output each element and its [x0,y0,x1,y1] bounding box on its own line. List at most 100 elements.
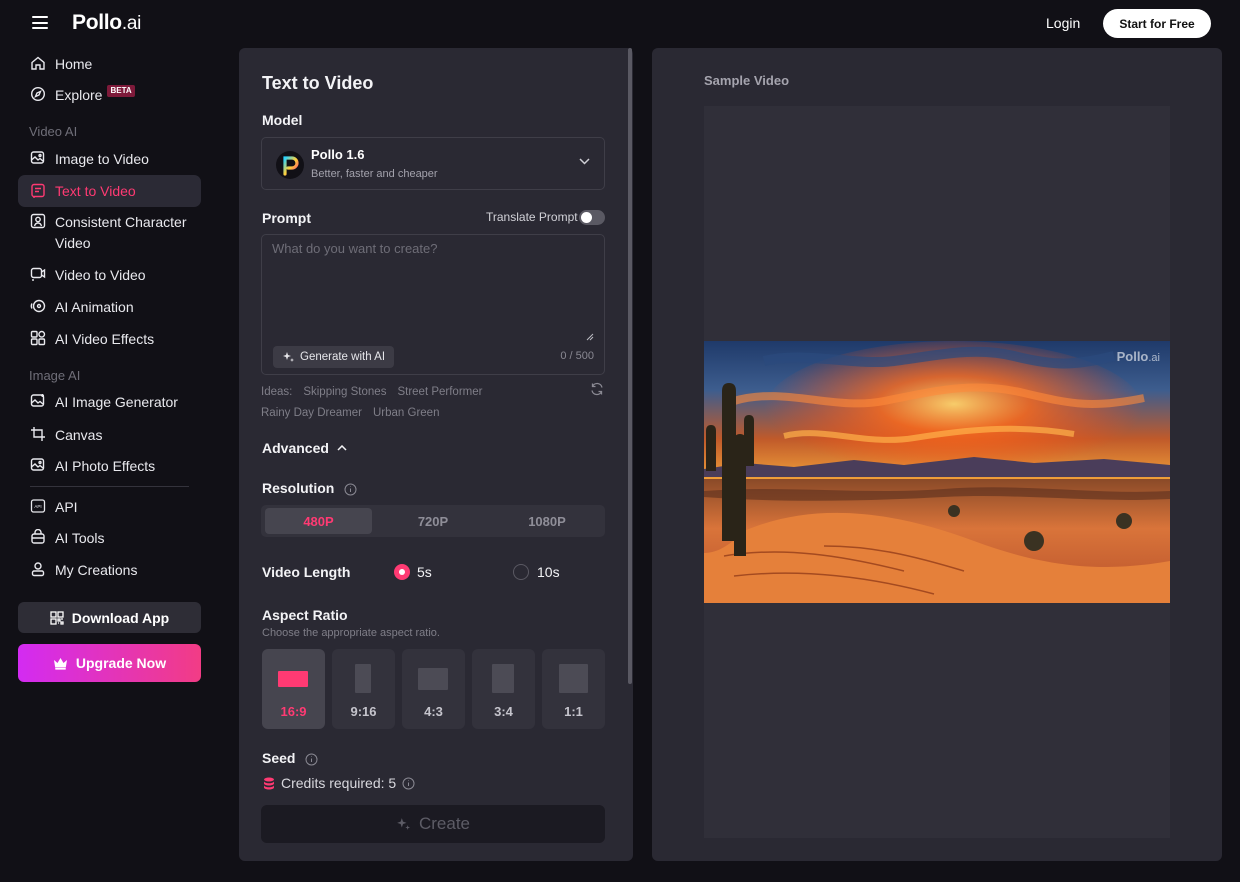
watermark-logo: Pollo.ai [1117,349,1160,364]
sidebar-item-label: AI Video Effects [55,331,155,347]
idea-chip[interactable]: Rainy Day Dreamer [261,407,362,419]
logo[interactable]: Pollo.ai [72,11,141,35]
sidebar-item-consistent-character-video[interactable]: Consistent Character Video [18,212,201,254]
sidebar-item-ai-image-generator[interactable]: AI Image Generator [18,392,201,413]
sidebar-item-label: Image to Video [55,151,149,167]
effects-grid-icon [30,330,46,346]
sidebar-item-label: API [55,499,78,515]
sidebar-item-ai-photo-effects[interactable]: AI Photo Effects [18,456,201,477]
idea-chip[interactable]: Urban Green [373,407,439,419]
create-button[interactable]: Create [261,805,605,843]
api-icon: API [30,498,46,514]
idea-chip[interactable]: Skipping Stones [303,386,386,398]
length-radio-10s[interactable] [513,564,529,580]
prompt-box: Generate with AI 0 / 500 [261,234,605,375]
translate-prompt-toggle[interactable] [579,210,605,225]
label-line-2: Video [55,235,91,251]
start-for-free-button[interactable]: Start for Free [1103,9,1211,38]
watermark-suffix: .ai [1148,352,1160,364]
advanced-label: Advanced [262,440,329,456]
advanced-toggle[interactable]: Advanced [262,440,347,456]
beta-badge: BETA [107,85,135,97]
menu-icon[interactable] [32,16,48,29]
video-length-label: Video Length [262,564,351,580]
text-to-video-form: Text to Video Model Pollo 1.6 Better, fa… [239,48,633,861]
aspect-option-4-3[interactable]: 4:3 [402,649,465,729]
sidebar-item-text-to-video[interactable]: Text to Video [18,175,201,207]
sidebar-item-label: AI Image Generator [55,394,178,410]
resolution-option-1080p[interactable]: 1080P [492,508,602,534]
resolution-option-720p[interactable]: 720P [378,508,488,534]
sparkle-icon [283,352,294,362]
aspect-label: 1:1 [564,704,583,719]
sidebar-item-video-to-video[interactable]: Video to Video [18,265,201,286]
sidebar-item-api[interactable]: API API [18,497,201,518]
upgrade-now-label: Upgrade Now [75,655,167,671]
sidebar-item-label: Video to Video [55,267,146,283]
resize-handle-icon[interactable] [586,333,594,341]
watermark-main: Pollo [1116,349,1149,364]
sample-video-player[interactable]: Pollo.ai [704,106,1170,838]
image-video-icon [30,150,46,166]
sidebar-item-my-creations[interactable]: My Creations [18,560,201,581]
translate-prompt-label: Translate Prompt [486,210,578,224]
length-radio-5s[interactable] [394,564,410,580]
refresh-ideas-icon[interactable] [590,382,604,396]
top-bar: Pollo.ai Login Start for Free [0,0,1240,46]
prompt-label: Prompt [262,210,311,226]
section-heading-video-ai: Video AI [29,124,78,139]
login-link[interactable]: Login [1046,15,1080,31]
sidebar-item-image-to-video[interactable]: Image to Video [18,149,201,170]
resolution-option-480p[interactable]: 480P [265,508,372,534]
info-icon[interactable] [305,753,318,766]
upgrade-now-button[interactable]: Upgrade Now [18,644,201,682]
sidebar-item-canvas[interactable]: Canvas [18,425,201,446]
sidebar-item-ai-animation[interactable]: AI Animation [18,297,201,318]
logo-suffix: .ai [121,13,142,34]
aspect-option-9-16[interactable]: 9:16 [332,649,395,729]
prompt-input[interactable] [272,241,592,331]
generate-with-ai-label: Generate with AI [300,351,386,363]
aspect-shape [492,664,514,693]
sidebar-item-label: Canvas [55,427,103,443]
model-name: Pollo 1.6 [311,147,365,162]
generate-with-ai-button[interactable]: Generate with AI [273,346,394,368]
form-scrollbar[interactable] [628,48,632,684]
sidebar-item-ai-video-effects[interactable]: AI Video Effects [18,329,201,350]
qr-code-icon [50,610,64,625]
aspect-shape [278,671,308,687]
aspect-ratio-label: Aspect Ratio [262,607,348,623]
model-select[interactable]: Pollo 1.6 Better, faster and cheaper [261,137,605,190]
sidebar-item-label: AI Photo Effects [55,458,156,474]
desert-sunset-image [704,341,1170,603]
pollo-model-logo-icon [276,151,304,179]
video-swap-icon [30,266,46,282]
aspect-label: 4:3 [424,704,443,719]
toolbox-icon [30,529,46,545]
aspect-option-16-9[interactable]: 16:9 [262,649,325,729]
image-generator-icon [30,393,46,409]
sample-video-thumbnail: Pollo.ai [704,341,1170,603]
sidebar-item-label: Consistent Character Video [55,212,187,254]
info-icon[interactable] [402,777,415,790]
download-app-button[interactable]: Download App [18,602,201,633]
sidebar-item-ai-tools[interactable]: AI Tools [18,528,201,549]
sidebar-item-home[interactable]: Home [18,54,201,75]
sidebar-item-label: AI Tools [55,530,105,546]
label-line-1: Consistent Character [55,214,187,230]
credits-coin-icon [264,777,274,789]
info-icon[interactable] [344,483,357,496]
sidebar-divider [30,486,189,487]
length-label-10s: 10s [537,564,560,580]
aspect-shape [559,664,588,693]
credits-text: Credits required: 5 [281,775,397,791]
photo-effects-icon [30,457,46,473]
aspect-option-3-4[interactable]: 3:4 [472,649,535,729]
aspect-option-1-1[interactable]: 1:1 [542,649,605,729]
ideas-list: Ideas: Skipping Stones Street Performer Rai… [261,382,591,424]
aspect-shape [418,668,448,690]
resolution-label: Resolution [262,480,357,496]
sidebar-item-explore[interactable]: Explore BETA [18,85,201,106]
sidebar-item-label: My Creations [55,562,138,578]
idea-chip[interactable]: Street Performer [397,386,482,398]
